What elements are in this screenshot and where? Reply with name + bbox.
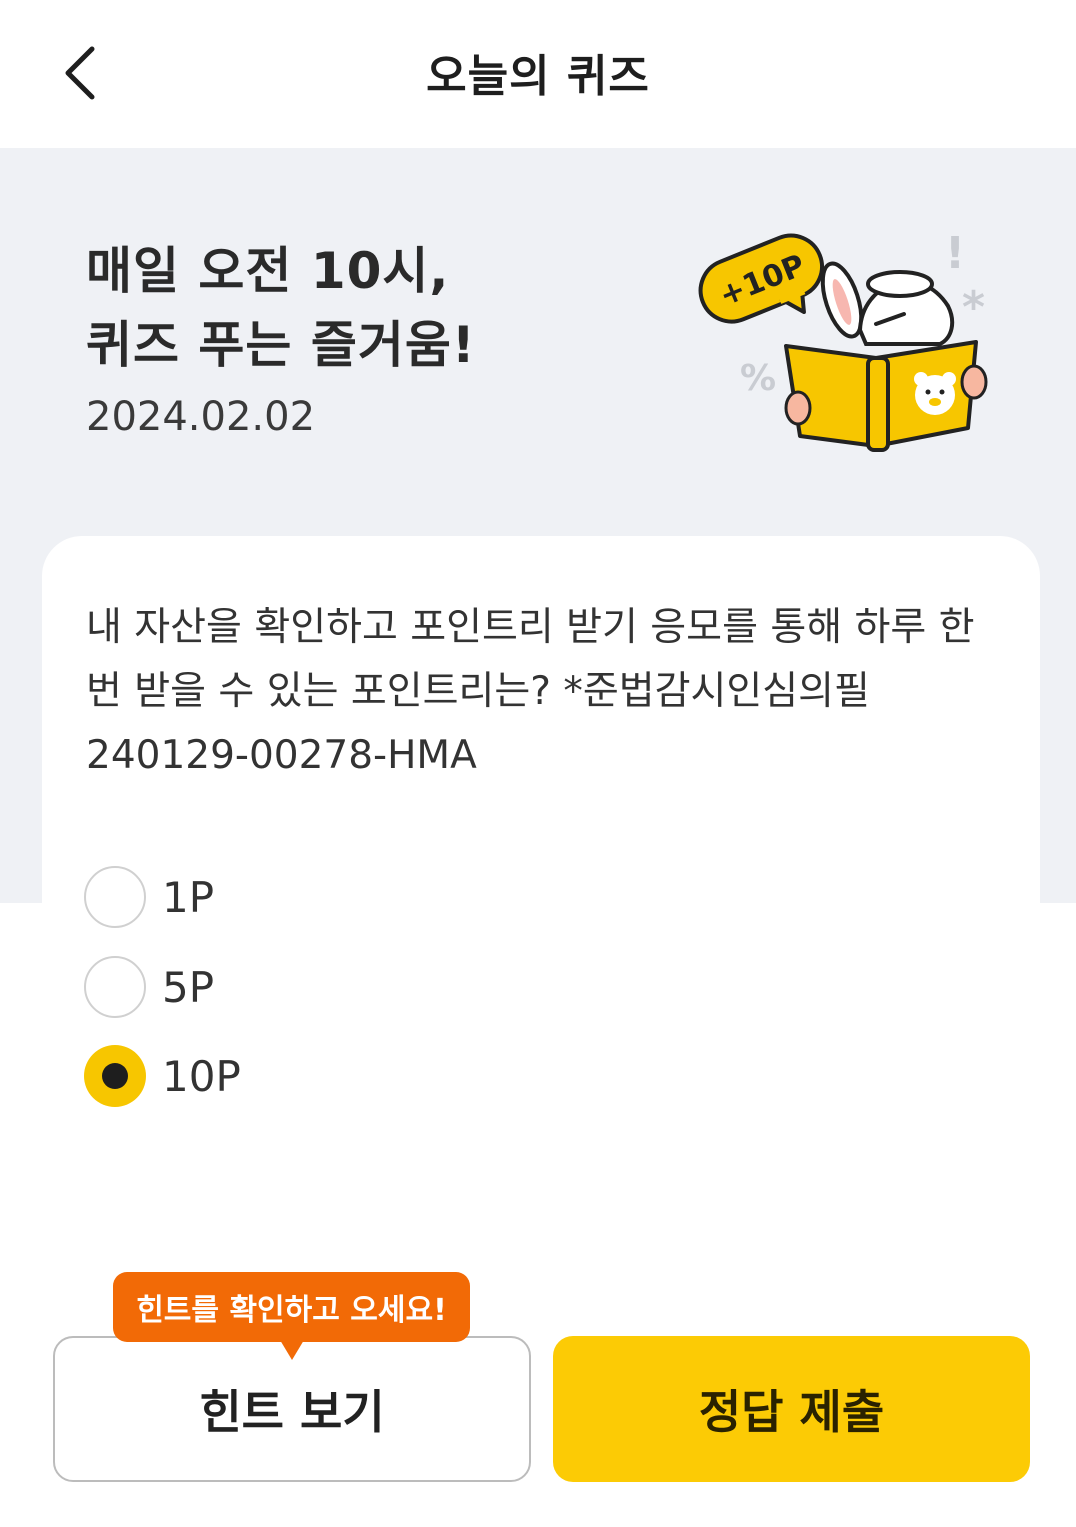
svg-text:!: ! (945, 228, 965, 279)
svg-text:*: * (962, 282, 985, 333)
page-title: 오늘의 퀴즈 (426, 51, 650, 102)
submit-answer-button[interactable]: 정답 제출 (553, 1336, 1030, 1482)
hero-headline: 매일 오전 10시, 퀴즈 푸는 즐거움! (86, 234, 476, 382)
quiz-question-line: 번 받을 수 있는 포인트리는? *준법감시인심의필 (86, 669, 870, 714)
hero-headline-line1: 매일 오전 10시, (86, 242, 450, 300)
hero-headline-line2: 퀴즈 푸는 즐거움! (86, 316, 476, 374)
points-badge-icon: +10P (698, 233, 824, 324)
answer-option-5p[interactable]: 5P (84, 955, 214, 1019)
hint-tooltip: 힌트를 확인하고 오세요! (113, 1272, 470, 1342)
quiz-date: 2024.02.02 (86, 394, 316, 440)
radio-button-selected[interactable] (84, 1045, 146, 1107)
answer-option-1p[interactable]: 1P (84, 865, 214, 929)
answer-option-10p[interactable]: 10P (84, 1044, 241, 1108)
rabbit-reading-book-illustration: +10P ! * % (698, 228, 988, 452)
radio-button[interactable] (84, 866, 146, 928)
answer-option-label: 10P (162, 1051, 241, 1101)
top-bar: 오늘의 퀴즈 (0, 0, 1076, 148)
hint-tooltip-arrow (280, 1340, 304, 1360)
radio-button[interactable] (84, 956, 146, 1018)
quiz-question-line: 240129-00278-HMA (86, 733, 477, 778)
answer-option-label: 1P (162, 872, 215, 922)
quiz-question: 내 자산을 확인하고 포인트리 받기 응모를 통해 하루 한 번 받을 수 있는… (86, 596, 996, 788)
radio-dot-icon (102, 1063, 128, 1089)
answer-option-label: 5P (162, 962, 215, 1012)
quiz-question-line: 내 자산을 확인하고 포인트리 받기 응모를 통해 하루 한 (86, 605, 975, 650)
svg-text:%: % (740, 358, 776, 399)
